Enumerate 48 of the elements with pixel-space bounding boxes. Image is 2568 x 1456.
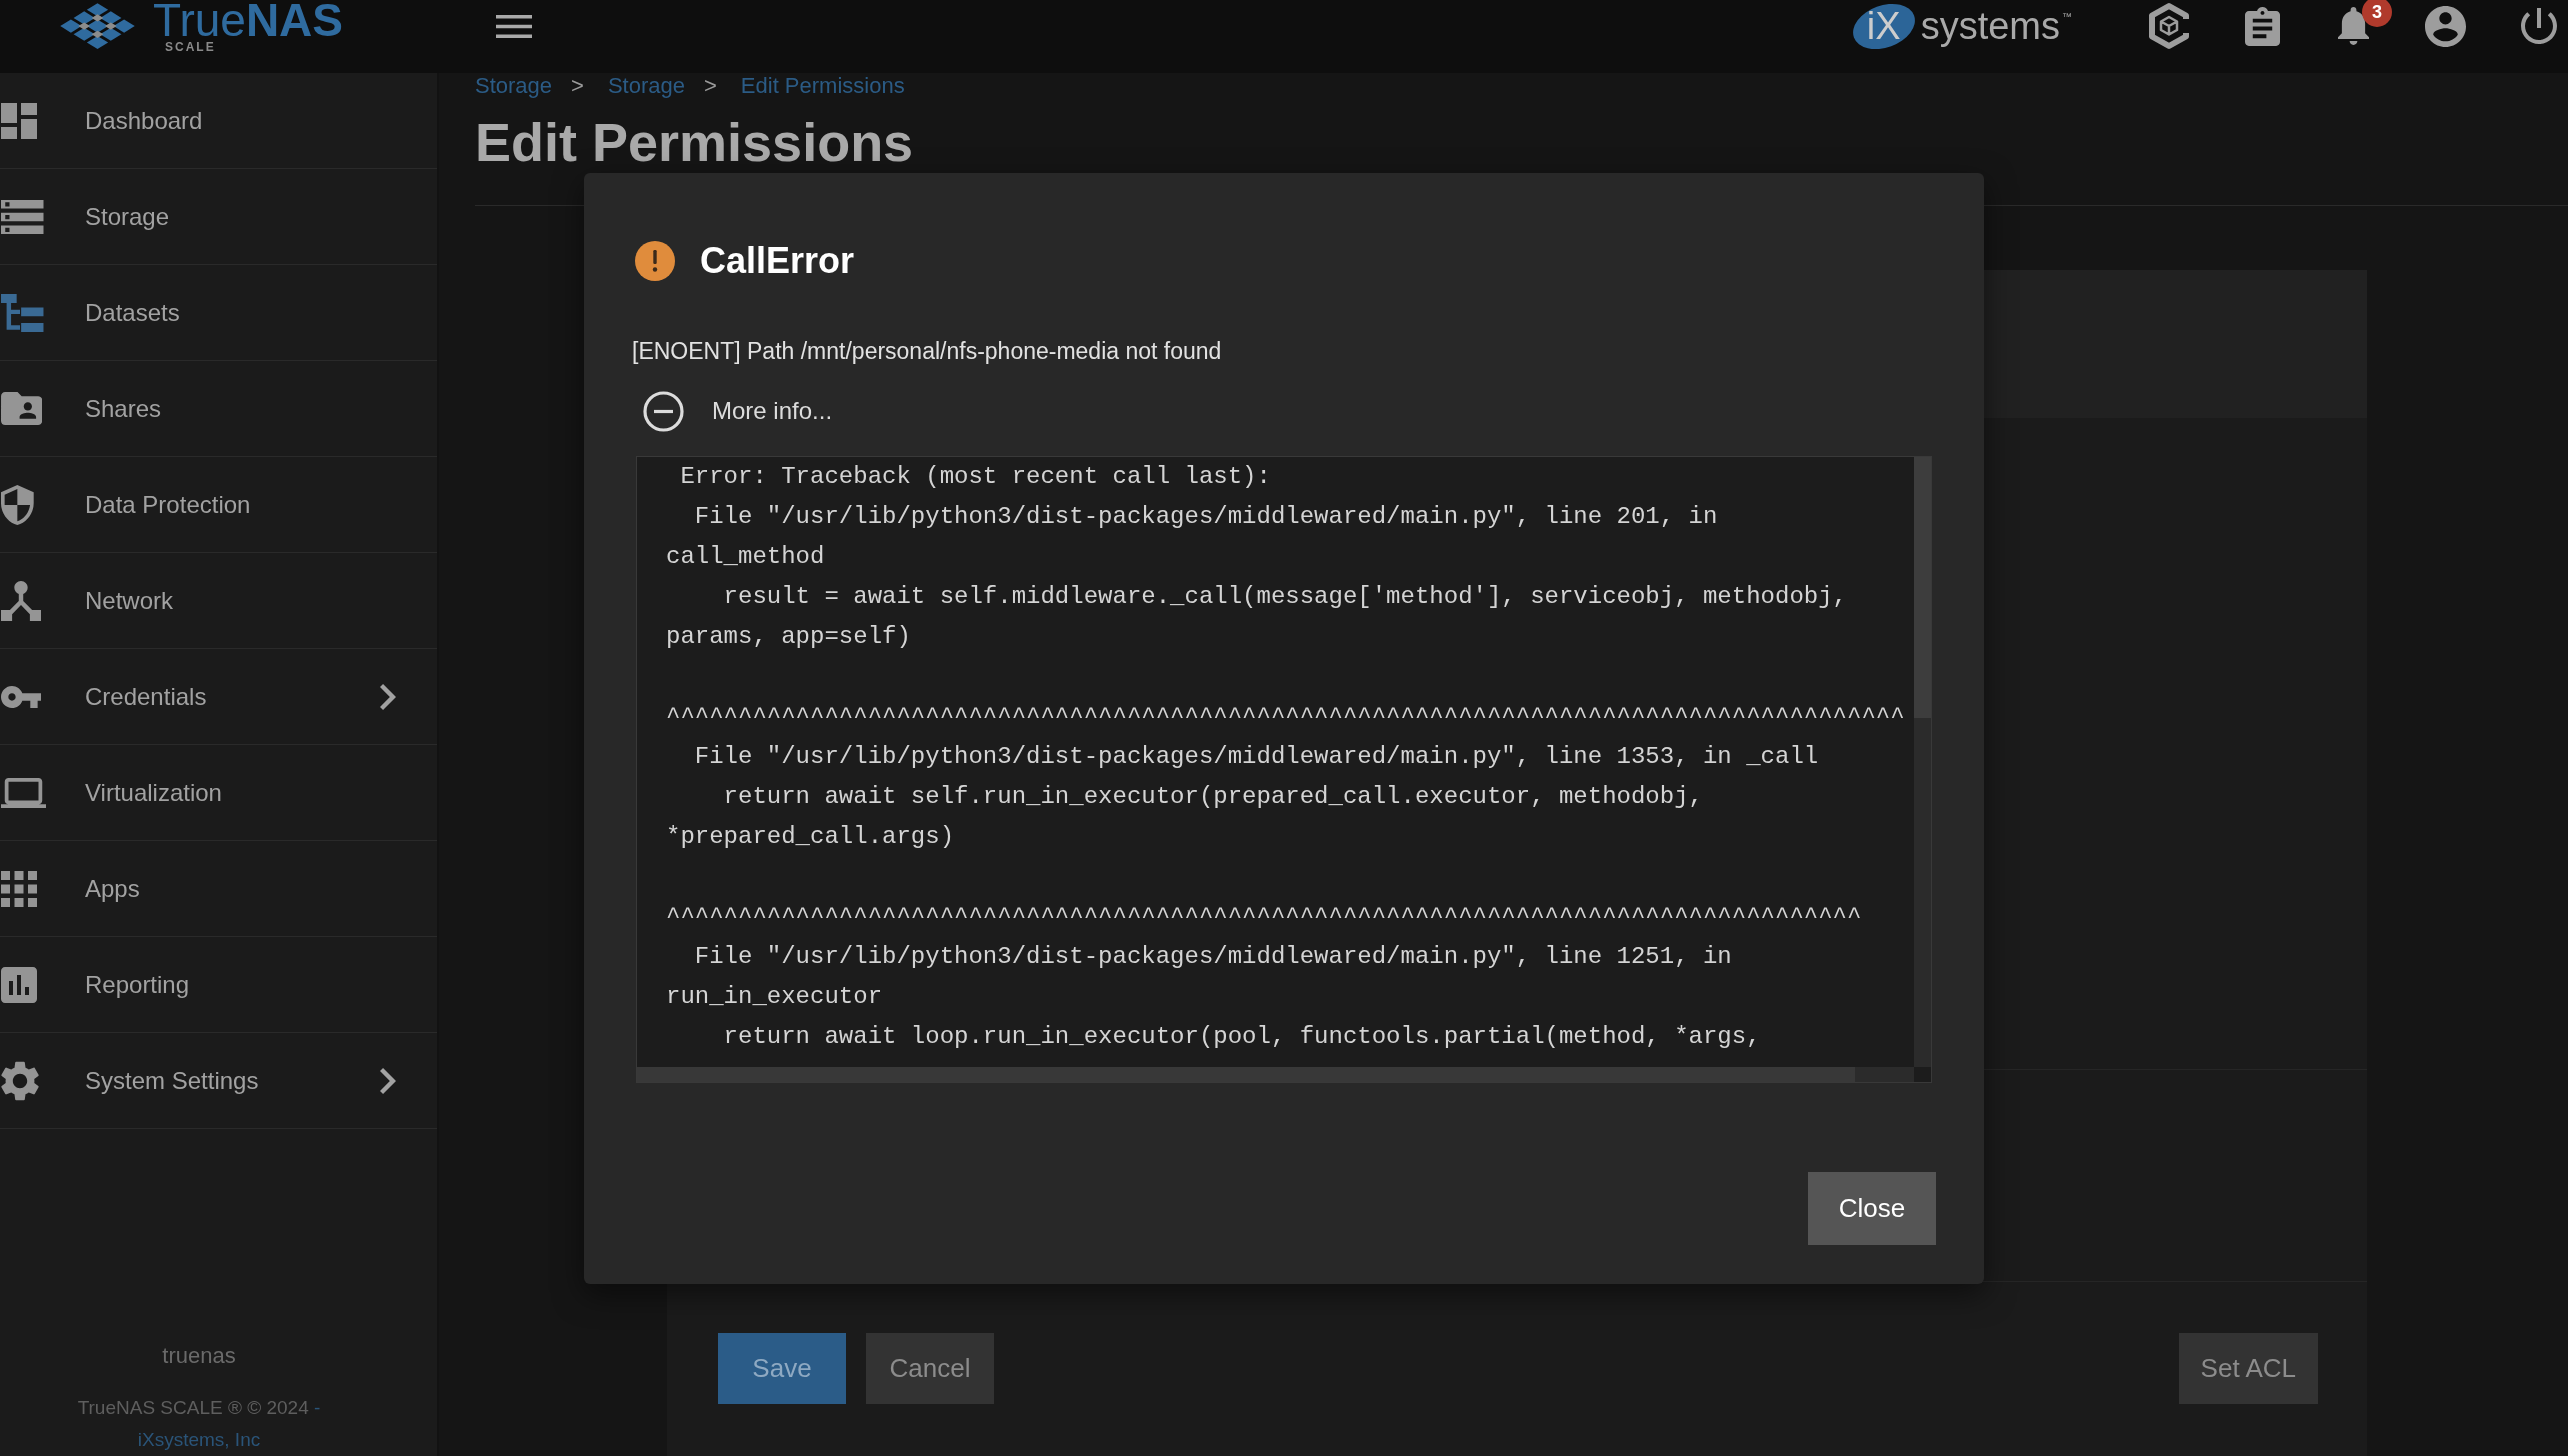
bar-chart-icon	[1, 966, 37, 1003]
sidebar-item[interactable]: Reporting	[0, 937, 437, 1033]
action-button[interactable]: Cancel	[866, 1333, 994, 1404]
edition-label: SCALE	[165, 41, 216, 53]
warning-icon	[635, 240, 675, 281]
cube-icon[interactable]	[2148, 2, 2190, 50]
traceback-text: Error: Traceback (most recent call last): File "/usr/lib/python3/dist-packages/middlewared/main.py", line 201, in call_method result = await self.middleware._call(message['method'], serviceobj, methodobj, params, app=self) ^^^^^^^^^^^^^^^^^^^^^^^^^^^^^^^^^^^^^^^^^^^^^^^^^^^^^^^^^^^^^^^^^^^^^^^^^^^^^^^^^^^^^^ File "/usr/lib/python3/dist-packages/middlewared/main.py", line 1353, in _call return await self.run_in_executor(prepared_call.executor, methodobj, *prepared_call.args) ^^^^^^^^^^^^^^^^^^^^^^^^^^^^^^^^^^^^^^^^^^^^^^^^^^^^^^^^^^^^^^^^^^^^^^^^^^^^^^^^^^^ File "/usr/lib/python3/dist-packages/middlewared/main.py", line 1251, in run_in_executor return await loop.run_in_executor(pool, functools.partial(method, *args,	[665, 461, 1906, 1052]
dialog-title: CallError	[700, 240, 855, 281]
account-icon[interactable]	[2425, 5, 2466, 47]
bell-icon[interactable]	[2338, 7, 2369, 45]
key-icon	[1, 685, 42, 708]
more-info-button[interactable]: More info...	[643, 390, 833, 432]
action-button[interactable]: Set ACL	[2178, 1333, 2318, 1404]
copyright-text: TrueNAS SCALE ® © 2024 - iXsystems, Inc	[77, 1396, 321, 1452]
sidebar-item[interactable]: Credentials	[0, 649, 437, 745]
tree-icon	[1, 293, 44, 332]
sidebar-item[interactable]: Network	[0, 553, 437, 649]
hostname-text: truenas	[162, 1342, 236, 1370]
clipboard-icon[interactable]	[2245, 6, 2280, 46]
shield-icon	[1, 484, 34, 525]
sidebar-item[interactable]: Dashboard	[0, 73, 437, 169]
breadcrumb-separator: >	[571, 73, 584, 99]
notification-badge: 3	[2362, 0, 2392, 27]
breadcrumb-separator: >	[704, 73, 717, 99]
logo-text: TrueNAS	[153, 0, 343, 41]
sidebar-item[interactable]: Datasets	[0, 265, 437, 361]
menu-icon[interactable]	[496, 14, 532, 38]
sidebar-item[interactable]: Shares	[0, 361, 437, 457]
page-title: Edit Permissions	[475, 111, 915, 174]
server-icon	[1, 199, 44, 234]
sidebar-item[interactable]: System Settings	[0, 1033, 437, 1129]
dashboard-icon	[1, 102, 37, 139]
sidebar-item[interactable]: Data Protection	[0, 457, 437, 553]
laptop-icon	[1, 777, 46, 808]
trademark-symbol: ™	[2062, 11, 2072, 22]
shared-folder-icon	[1, 392, 43, 425]
dialog-button[interactable]: Close	[1808, 1171, 1936, 1245]
error-message: [ENOENT] Path /mnt/personal/nfs-phone-media not found	[632, 336, 1223, 366]
vendor-logo-text: systems	[1920, 4, 2060, 48]
hub-icon	[1, 580, 41, 621]
logo-mark: iX	[1850, 1, 1917, 51]
scrollbar-thumb[interactable]	[1914, 456, 1931, 718]
apps-grid-icon	[1, 870, 37, 907]
sidebar-item[interactable]: Storage	[0, 169, 437, 265]
sidebar-item[interactable]: Apps	[0, 841, 437, 937]
sidebar-item[interactable]: Virtualization	[0, 745, 437, 841]
power-icon[interactable]	[2521, 8, 2557, 44]
gear-icon	[1, 1060, 39, 1101]
